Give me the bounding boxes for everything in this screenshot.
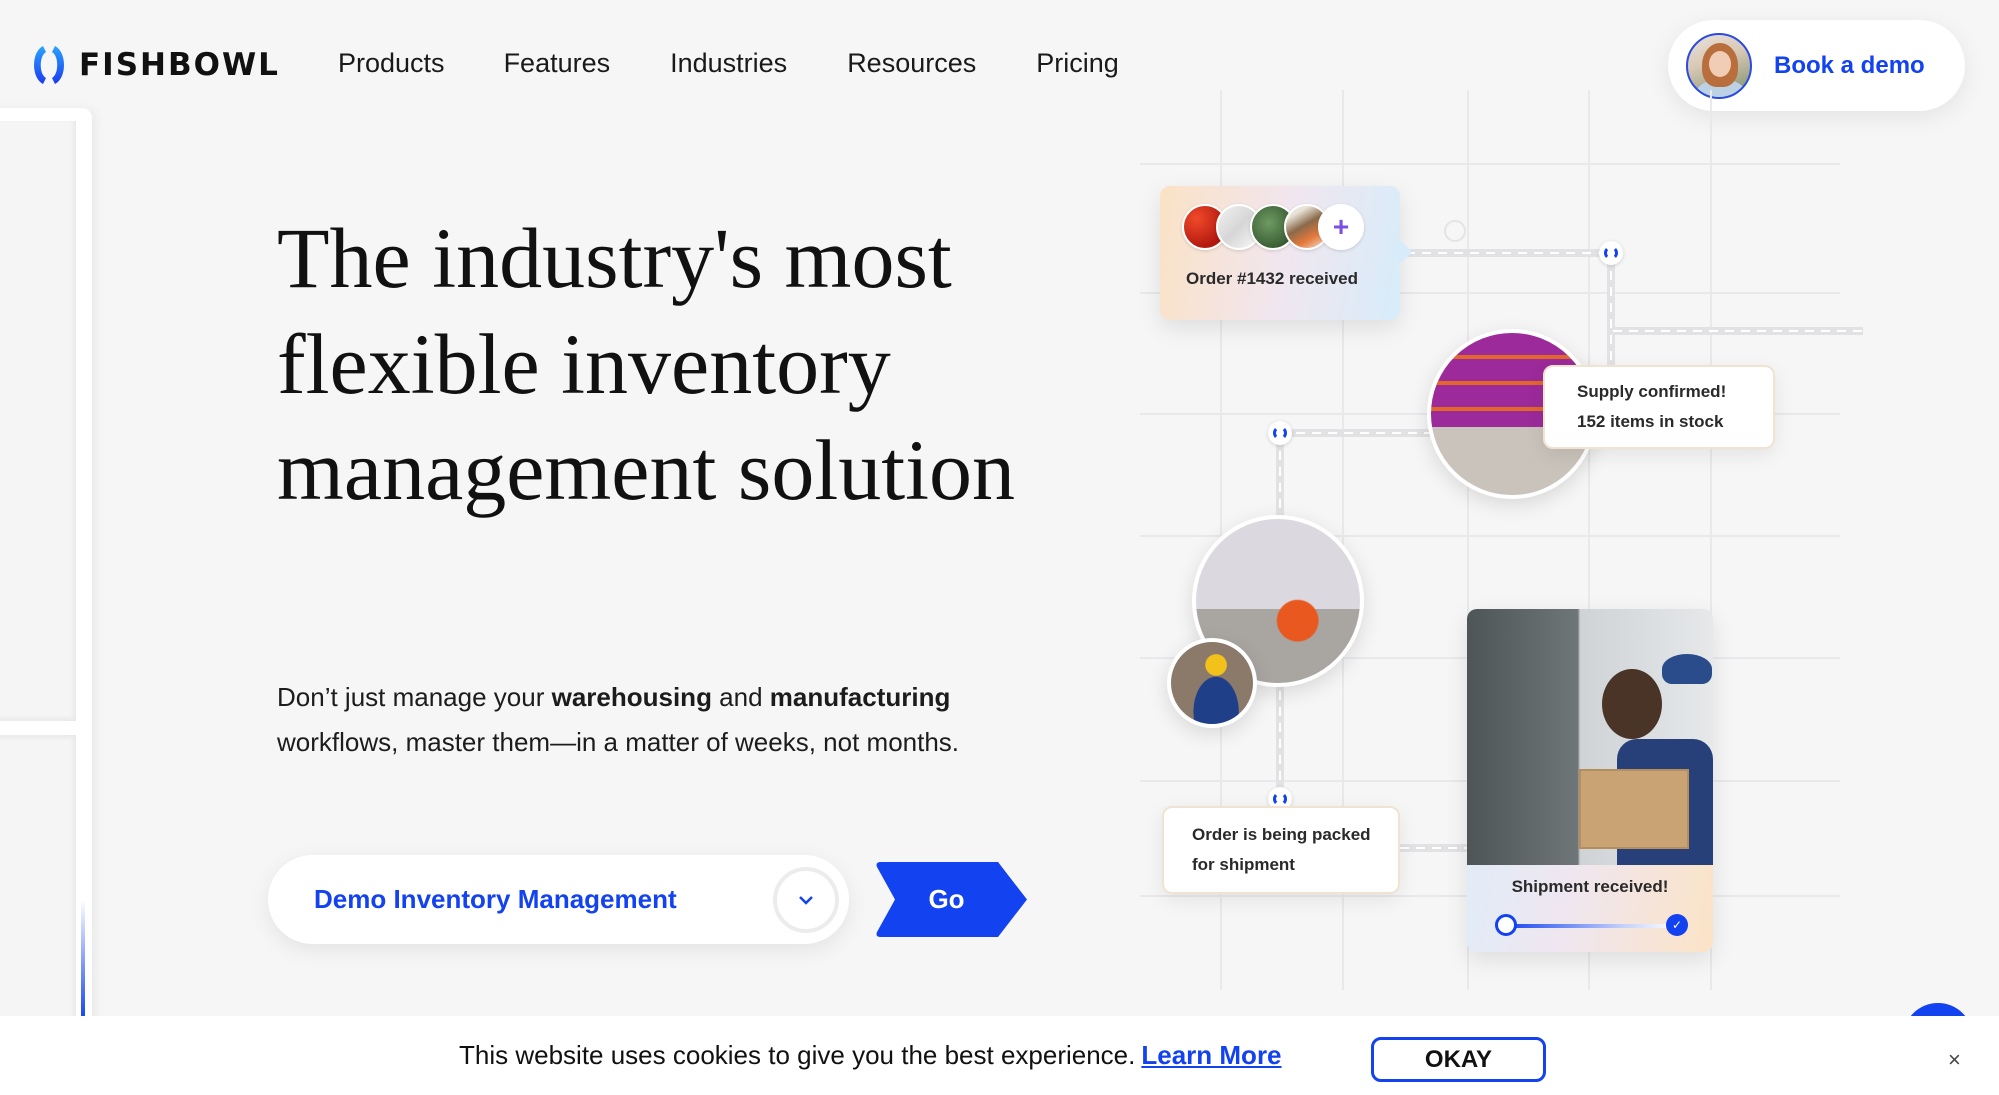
- cookie-okay-button[interactable]: OKAY: [1371, 1037, 1546, 1082]
- fishbowl-logo-icon: [29, 44, 69, 86]
- highlight-manufacturing: manufacturing: [769, 682, 951, 712]
- stock-count-text: 152 items in stock: [1577, 412, 1724, 431]
- nav-resources[interactable]: Resources: [847, 48, 976, 79]
- workflow-node-icon: [1268, 421, 1292, 445]
- demo-type-value: Demo Inventory Management: [314, 884, 677, 914]
- nav-pricing[interactable]: Pricing: [1036, 48, 1119, 79]
- close-icon[interactable]: ×: [1948, 1047, 1961, 1073]
- check-icon: ✓: [1666, 914, 1688, 936]
- shipment-received-text: Shipment received!: [1511, 877, 1669, 896]
- nav-products[interactable]: Products: [338, 48, 445, 79]
- go-label: Go: [928, 884, 965, 914]
- shipment-received-card: Shipment received! ✓: [1467, 609, 1713, 952]
- left-decor-panel-bottom: [0, 735, 76, 1035]
- hero-title: The industry's most flexible inventory m…: [277, 210, 1016, 518]
- nav-industries[interactable]: Industries: [670, 48, 787, 79]
- hero-subtitle: Don’t just manage your warehousing and m…: [277, 682, 960, 757]
- main-nav: Products Features Industries Resources P…: [338, 48, 1179, 79]
- cookie-message: This website uses cookies to give you th…: [459, 1040, 1282, 1070]
- delivery-person-photo: [1467, 609, 1713, 865]
- left-decor-accent-line: [81, 900, 85, 1020]
- brand-name: FISHBOWL: [79, 47, 280, 83]
- chevron-down-icon[interactable]: [773, 867, 839, 933]
- fishbowl-logo[interactable]: FISHBOWL: [29, 44, 280, 86]
- cookie-banner: This website uses cookies to give you th…: [0, 1016, 1999, 1095]
- supply-confirmed-text: Supply confirmed!: [1577, 382, 1727, 401]
- order-received-text: Order #1432 received: [1186, 269, 1359, 288]
- order-packing-text-line2: for shipment: [1192, 855, 1295, 874]
- left-decor-panel-top: [0, 121, 76, 721]
- workflow-node-icon: [1599, 241, 1623, 265]
- shipment-progress-bar: [1503, 924, 1677, 928]
- more-items-icon: +: [1318, 204, 1364, 250]
- sales-rep-avatar: [1686, 32, 1752, 99]
- order-packing-text-line1: Order is being packed: [1192, 825, 1371, 844]
- demo-type-select[interactable]: Demo Inventory Management: [268, 855, 849, 944]
- nav-features[interactable]: Features: [504, 48, 611, 79]
- order-packing-bubble: Order is being packed for shipment: [1162, 806, 1400, 894]
- highlight-warehousing: warehousing: [551, 682, 712, 712]
- inactive-node: [1444, 220, 1466, 242]
- progress-start-icon: [1495, 914, 1517, 936]
- book-demo-label: Book a demo: [1774, 51, 1925, 79]
- go-button[interactable]: Go: [873, 862, 1028, 937]
- warehouse-worker-photo: [1167, 638, 1257, 728]
- workflow-illustration: + Order #1432 received Supply confirmed!…: [1110, 90, 1890, 1010]
- learn-more-link[interactable]: Learn More: [1141, 1040, 1281, 1070]
- order-received-card: + Order #1432 received: [1160, 186, 1400, 320]
- supply-confirmed-bubble: Supply confirmed! 152 items in stock: [1543, 365, 1775, 449]
